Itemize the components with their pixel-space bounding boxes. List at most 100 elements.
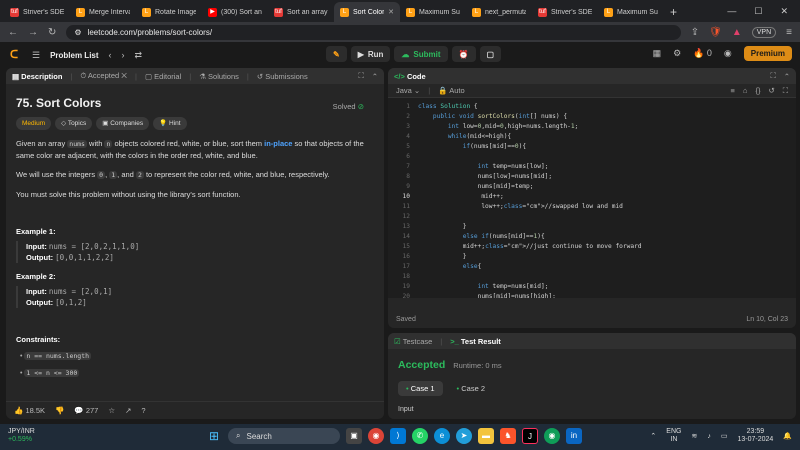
layout-icon[interactable]: ▦	[653, 48, 662, 59]
vpn-button[interactable]: VPN	[751, 26, 777, 38]
clock[interactable]: 23:59 13-07-2024	[737, 428, 773, 444]
vscode-icon[interactable]: ⟩	[390, 428, 406, 444]
tray-overflow-icon[interactable]: ⌃	[650, 432, 656, 440]
code-line[interactable]: int temp=nums[mid];	[418, 282, 642, 292]
bookmark-icon[interactable]: ⌂	[743, 86, 748, 95]
browser-tab[interactable]: L Maximum Subar	[400, 2, 466, 22]
code-line[interactable]: nums[mid]=temp;	[418, 182, 642, 192]
close-tab-icon[interactable]: ✕	[388, 8, 394, 16]
notes-icon[interactable]: ▢	[479, 46, 502, 62]
settings-icon[interactable]: ⚙	[673, 48, 681, 59]
code-line[interactable]: int temp=nums[low];	[418, 162, 642, 172]
hint-chip[interactable]: 💡 Hint	[153, 117, 187, 130]
ticker-widget[interactable]: JPY/INR +0.59%	[8, 428, 35, 444]
whatsapp-icon[interactable]: ✆	[412, 428, 428, 444]
submit-button[interactable]: ☁ Submit	[394, 46, 448, 62]
prev-problem-icon[interactable]: ‹	[109, 50, 112, 60]
browser-tab[interactable]: L Merge Intervals	[70, 2, 136, 22]
debug-button[interactable]: ✎	[326, 46, 347, 62]
star-icon[interactable]: ☆	[108, 406, 115, 415]
site-info-icon[interactable]: ⚙	[74, 28, 81, 37]
topics-chip[interactable]: ◇ Topics	[55, 117, 93, 130]
code-line[interactable]: while(mid<=high){	[418, 132, 642, 142]
tab-testcase[interactable]: ☑ Testcase	[394, 337, 432, 346]
like-button[interactable]: 👍 18.5K	[14, 406, 45, 415]
browser-tab[interactable]: tuf Striver's SDE Sh	[532, 2, 598, 22]
code-line[interactable]: }	[418, 222, 642, 232]
braces-icon[interactable]: {}	[755, 86, 760, 95]
leetcode-logo-icon[interactable]: ᑕ	[10, 49, 22, 61]
dislike-icon[interactable]: 👎	[55, 406, 64, 415]
tab-description[interactable]: ▤ Description	[12, 72, 62, 81]
shuffle-icon[interactable]: ⇄	[135, 50, 143, 61]
intellij-icon[interactable]: J	[522, 428, 538, 444]
browser-tab[interactable]: tuf Striver's SDE Sh	[4, 2, 70, 22]
new-tab-icon[interactable]: +	[670, 2, 677, 22]
windows-start-icon[interactable]: ⊞	[206, 428, 222, 444]
tab-submissions[interactable]: ↺ Submissions	[257, 72, 308, 81]
browser-tab[interactable]: L Maximum Subar	[598, 2, 664, 22]
volume-icon[interactable]: ♪	[707, 433, 711, 440]
browser-tab[interactable]: ▶ (300) Sort an ar	[202, 2, 268, 22]
code-tab[interactable]: </> Code	[394, 72, 426, 81]
maximize-icon[interactable]: ☐	[754, 6, 762, 17]
case-1-tab[interactable]: • Case 1	[398, 381, 443, 396]
reset-icon[interactable]: ↺	[768, 86, 774, 95]
difficulty-badge[interactable]: Medium	[16, 117, 52, 130]
timer-icon[interactable]: ⏰	[451, 46, 476, 62]
code-line[interactable]: mid++;class="cm">//just continue to move…	[418, 242, 642, 252]
code-line[interactable]: class Solution {	[418, 102, 642, 112]
code-text[interactable]: class Solution { public void sortColors(…	[418, 102, 642, 298]
share-link-icon[interactable]: ↗	[125, 406, 131, 415]
reload-icon[interactable]: ↻	[48, 27, 56, 38]
code-line[interactable]: int low=0,mid=0,high=nums.length-1;	[418, 122, 642, 132]
code-line[interactable]: else{	[418, 262, 642, 272]
code-line[interactable]: nums[mid]=nums[high];	[418, 292, 642, 298]
expand-icon[interactable]: ⛶	[770, 71, 775, 81]
autosave-mode[interactable]: 🔒 Auto	[438, 86, 464, 95]
comments-button[interactable]: 💬 277	[74, 406, 98, 415]
code-line[interactable]: nums[low]=nums[mid];	[418, 172, 642, 182]
help-icon[interactable]: ?	[141, 406, 145, 415]
forward-icon[interactable]: →	[28, 27, 38, 38]
browser-tab[interactable]: Lnext_permutati	[466, 2, 532, 22]
chrome-icon[interactable]: ◉	[368, 428, 384, 444]
premium-button[interactable]: Premium	[743, 46, 792, 61]
tab-test-result[interactable]: >_ Test Result	[450, 337, 501, 346]
fullscreen-icon[interactable]: ⛶	[783, 86, 788, 96]
tab-editorial[interactable]: ▢ Editorial	[145, 72, 181, 81]
language-indicator[interactable]: ENG IN	[666, 428, 681, 444]
companies-chip[interactable]: ▣ Companies	[96, 117, 150, 130]
telegram-icon[interactable]: ➤	[456, 428, 472, 444]
code-line[interactable]	[418, 152, 642, 162]
rewards-icon[interactable]: ▲	[732, 27, 742, 38]
tab-accepted[interactable]: ⏱ Accepted ✕	[80, 71, 127, 81]
tab-solutions[interactable]: ⚗ Solutions	[199, 72, 239, 81]
problem-list-link[interactable]: Problem List	[50, 51, 98, 60]
collapse-icon[interactable]: ⌃	[372, 72, 378, 81]
case-2-tab[interactable]: • Case 2	[449, 381, 494, 396]
linkedin-icon[interactable]: in	[566, 428, 582, 444]
code-editor[interactable]: 123456789101112131415161718192021 class …	[388, 98, 796, 298]
battery-icon[interactable]: ▭	[721, 432, 728, 440]
browser-tab[interactable]: tuf Sort an array of	[268, 2, 334, 22]
share-icon[interactable]: ⇪	[691, 27, 699, 38]
streak-count[interactable]: 🔥 0	[693, 48, 712, 59]
wifi-icon[interactable]: ≋	[691, 432, 697, 440]
avatar[interactable]: ◉	[724, 48, 732, 59]
code-line[interactable]: if(nums[mid]==0){	[418, 142, 642, 152]
list-icon[interactable]: ☰	[32, 50, 40, 61]
language-select[interactable]: Java ⌄	[396, 86, 420, 95]
code-line[interactable]: }	[418, 252, 642, 262]
file-explorer-icon[interactable]: ▬	[478, 428, 494, 444]
browser-tab[interactable]: L Sort Colors ✕	[334, 2, 400, 22]
taskbar-search[interactable]: ⌕ Search	[228, 428, 340, 444]
back-icon[interactable]: ←	[8, 27, 18, 38]
notification-icon[interactable]: 🔔	[783, 432, 792, 440]
edge-icon[interactable]: e	[434, 428, 450, 444]
in-place-link[interactable]: in-place	[264, 139, 292, 148]
code-line[interactable]	[418, 212, 642, 222]
code-line[interactable]: mid++;	[418, 192, 642, 202]
menu-icon[interactable]: ≡	[786, 27, 792, 38]
code-line[interactable]	[418, 272, 642, 282]
